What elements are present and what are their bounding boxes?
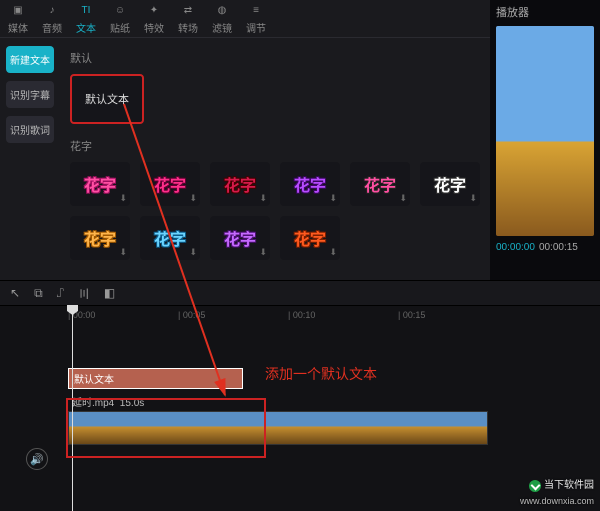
video-clip-label: 延时.mp4 15.0s [68, 392, 600, 411]
flower-thumb-2[interactable]: 花字⬇ [210, 162, 270, 206]
player-duration: 00:00:15 [539, 242, 578, 253]
flower-thumb-6[interactable]: 花字⬇ [70, 216, 130, 260]
download-icon: ⬇ [329, 193, 337, 204]
flower-thumb-8[interactable]: 花字⬇ [210, 216, 270, 260]
sidebar-item-1[interactable]: 识别字幕 [6, 81, 54, 108]
tool-2[interactable]: ⑀ [57, 286, 64, 300]
flower-thumb-9[interactable]: 花字⬇ [280, 216, 340, 260]
default-text-thumb[interactable]: 默认文本 [70, 74, 144, 124]
tool-1[interactable]: ⧉ [34, 286, 43, 301]
ruler-tick: | 00:10 [288, 310, 315, 320]
player-preview[interactable] [496, 26, 594, 236]
download-icon: ⬇ [259, 193, 267, 204]
tab-effect[interactable]: ✦特效 [144, 2, 164, 35]
download-icon: ⬇ [259, 247, 267, 258]
tab-filter[interactable]: ◍滤镜 [212, 2, 232, 35]
audio-icon: ♪ [44, 2, 60, 18]
flower-thumb-4[interactable]: 花字⬇ [350, 162, 410, 206]
watermark: 当下软件园 www.downxia.com [520, 480, 594, 507]
download-icon: ⬇ [119, 247, 127, 258]
text-icon: TI [78, 2, 94, 18]
flower-thumb-1[interactable]: 花字⬇ [140, 162, 200, 206]
sidebar-item-2[interactable]: 识别歌词 [6, 116, 54, 143]
flower-thumb-5[interactable]: 花字⬇ [420, 162, 480, 206]
player-time: 00:00:00 00:00:15 [496, 242, 594, 253]
video-clip[interactable] [68, 411, 488, 445]
tool-4[interactable]: ◧ [104, 286, 115, 300]
tab-audio[interactable]: ♪音频 [42, 2, 62, 35]
section-default-label: 默认 [70, 50, 480, 66]
tool-0[interactable]: ↖ [10, 286, 20, 300]
tab-adjust[interactable]: ≡调节 [246, 2, 266, 35]
mute-button[interactable]: 🔊 [26, 448, 48, 470]
download-icon: ⬇ [469, 193, 477, 204]
ruler-tick: | 00:15 [398, 310, 425, 320]
download-icon: ⬇ [329, 247, 337, 258]
download-icon: ⬇ [119, 193, 127, 204]
section-flower-label: 花字 [70, 138, 480, 154]
tab-text[interactable]: TI文本 [76, 2, 96, 35]
sticker-icon: ☺ [112, 2, 128, 18]
filter-icon: ◍ [214, 2, 230, 18]
playhead[interactable] [72, 306, 73, 511]
text-clip[interactable]: 默认文本 [68, 368, 243, 389]
flower-thumb-3[interactable]: 花字⬇ [280, 162, 340, 206]
tab-media[interactable]: ▣媒体 [8, 2, 28, 35]
tab-transition[interactable]: ⇄转场 [178, 2, 198, 35]
transition-icon: ⇄ [180, 2, 196, 18]
sidebar-item-0[interactable]: 新建文本 [6, 46, 54, 73]
flower-thumb-7[interactable]: 花字⬇ [140, 216, 200, 260]
effect-icon: ✦ [146, 2, 162, 18]
download-icon: ⬇ [399, 193, 407, 204]
timeline-ruler[interactable]: | 00:00| 00:05| 00:10| 00:15 [68, 306, 600, 328]
download-icon: ⬇ [189, 193, 197, 204]
player-current-time: 00:00:00 [496, 242, 535, 253]
default-text-thumb-label: 默认文本 [85, 91, 129, 107]
player-title: 播放器 [496, 4, 594, 20]
check-icon [529, 480, 541, 492]
adjust-icon: ≡ [248, 2, 264, 18]
ruler-tick: | 00:05 [178, 310, 205, 320]
download-icon: ⬇ [189, 247, 197, 258]
tool-3[interactable]: 〣 [78, 285, 90, 302]
tab-sticker[interactable]: ☺贴纸 [110, 2, 130, 35]
flower-thumb-0[interactable]: 花字⬇ [70, 162, 130, 206]
media-icon: ▣ [10, 2, 26, 18]
